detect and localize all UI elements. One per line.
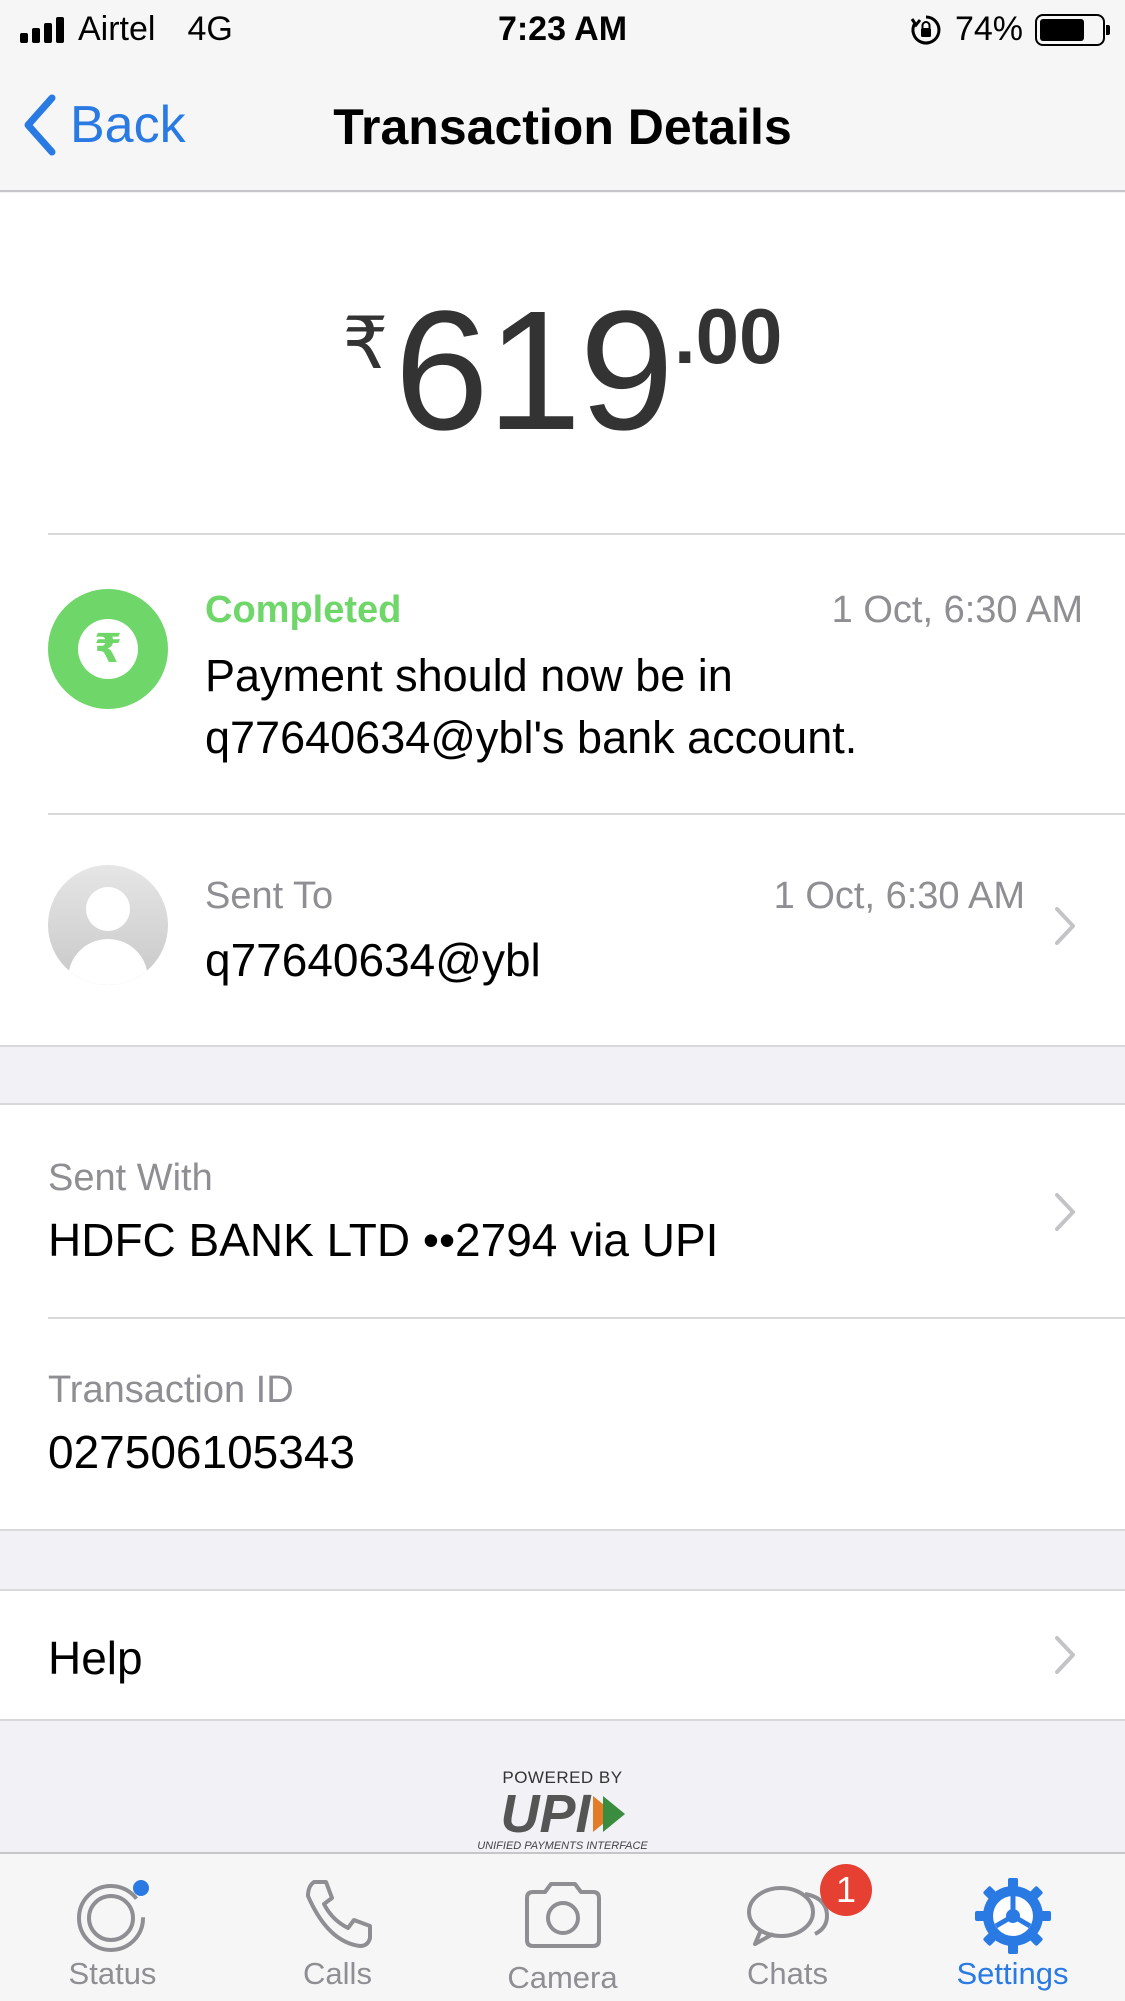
sent-with-row[interactable]: Sent With HDFC BANK LTD ••2794 via UPI — [0, 1105, 1125, 1317]
transaction-id-label: Transaction ID — [48, 1369, 294, 1411]
chevron-left-icon — [24, 94, 56, 156]
amount-main: 619 — [394, 276, 674, 466]
sent-to-value: q77640634@ybl — [205, 934, 541, 986]
back-label: Back — [70, 96, 186, 154]
signal-strength-icon — [20, 16, 64, 43]
help-label: Help — [48, 1632, 143, 1684]
unread-badge: 1 — [820, 1864, 872, 1916]
tab-calls-label: Calls — [303, 1956, 372, 1991]
amount-decimal: .00 — [674, 292, 783, 380]
status-row: ₹ Completed 1 Oct, 6:30 AM Payment shoul… — [0, 533, 1125, 813]
transaction-summary: ₹ 619 .00 ₹ Completed 1 Oct, 6:30 AM Pay… — [0, 193, 1125, 1046]
tab-settings-label: Settings — [956, 1956, 1069, 1991]
transaction-id-row: Transaction ID 027506105343 — [0, 1319, 1125, 1529]
status-bar-right: 74% — [909, 10, 1110, 49]
sent-with-label: Sent With — [48, 1157, 213, 1199]
payment-details: Sent With HDFC BANK LTD ••2794 via UPI T… — [0, 1105, 1125, 1530]
currency-symbol: ₹ — [342, 304, 389, 384]
section-divider — [0, 1529, 1125, 1531]
sent-to-date: 1 Oct, 6:30 AM — [773, 875, 1025, 917]
status-bar-left: Airtel 4G — [20, 10, 233, 49]
upi-logo-text: UPI — [500, 1784, 591, 1844]
tab-bar: Status Calls Camera Chats 1 Settings — [0, 1852, 1125, 2001]
status-message: Payment should now be in q77640634@ybl's… — [205, 650, 858, 763]
carrier-name: Airtel — [78, 10, 156, 48]
status-bar: Airtel 4G 7:23 AM 74% — [0, 0, 1125, 64]
chevron-right-icon — [1055, 907, 1075, 945]
upi-arrow-green — [602, 1796, 625, 1832]
camera-icon — [524, 1882, 601, 1948]
tab-status[interactable]: Status — [0, 1854, 225, 2001]
rupee-icon: ₹ — [78, 619, 138, 679]
help-row[interactable]: Help — [0, 1591, 1125, 1719]
sent-to-row[interactable]: Sent To 1 Oct, 6:30 AM q77640634@ybl — [0, 815, 1125, 1045]
amount-display: ₹ 619 .00 — [0, 281, 1125, 471]
chevron-right-icon — [1055, 1193, 1075, 1231]
phone-icon — [305, 1880, 372, 1948]
battery-icon — [1035, 13, 1110, 46]
chats-icon — [746, 1886, 829, 1946]
battery-percent: 74% — [954, 10, 1023, 48]
transaction-id-value: 027506105343 — [48, 1426, 355, 1478]
settings-icon — [974, 1878, 1051, 1954]
powered-by-upi-logo: POWERED BY UPI UNIFIED PAYMENTS INTERFAC… — [0, 1768, 1125, 1852]
section-divider — [0, 1045, 1125, 1047]
tab-camera[interactable]: Camera — [450, 1854, 675, 2001]
section-divider — [0, 1719, 1125, 1721]
rotation-lock-icon — [910, 15, 941, 44]
upi-subtitle: UNIFIED PAYMENTS INTERFACE — [477, 1840, 648, 1852]
chevron-right-icon — [1055, 1636, 1075, 1674]
avatar — [48, 865, 168, 985]
back-button[interactable]: Back — [22, 94, 186, 156]
network-type: 4G — [187, 10, 233, 48]
completed-icon: ₹ — [48, 589, 168, 709]
sent-to-label: Sent To — [205, 875, 334, 917]
tab-camera-label: Camera — [507, 1960, 618, 1995]
tab-status-label: Status — [68, 1956, 157, 1991]
tab-settings[interactable]: Settings — [900, 1854, 1125, 2001]
tab-calls[interactable]: Calls — [225, 1854, 450, 2001]
status-label: Completed — [205, 589, 402, 631]
status-date: 1 Oct, 6:30 AM — [831, 589, 1083, 631]
sent-with-value: HDFC BANK LTD ••2794 via UPI — [48, 1214, 719, 1266]
upi-logo: UPI — [500, 1784, 625, 1844]
navigation-bar: Back Transaction Details — [0, 64, 1125, 192]
tab-chats-label: Chats — [747, 1956, 828, 1991]
status-icon — [76, 1880, 149, 1952]
